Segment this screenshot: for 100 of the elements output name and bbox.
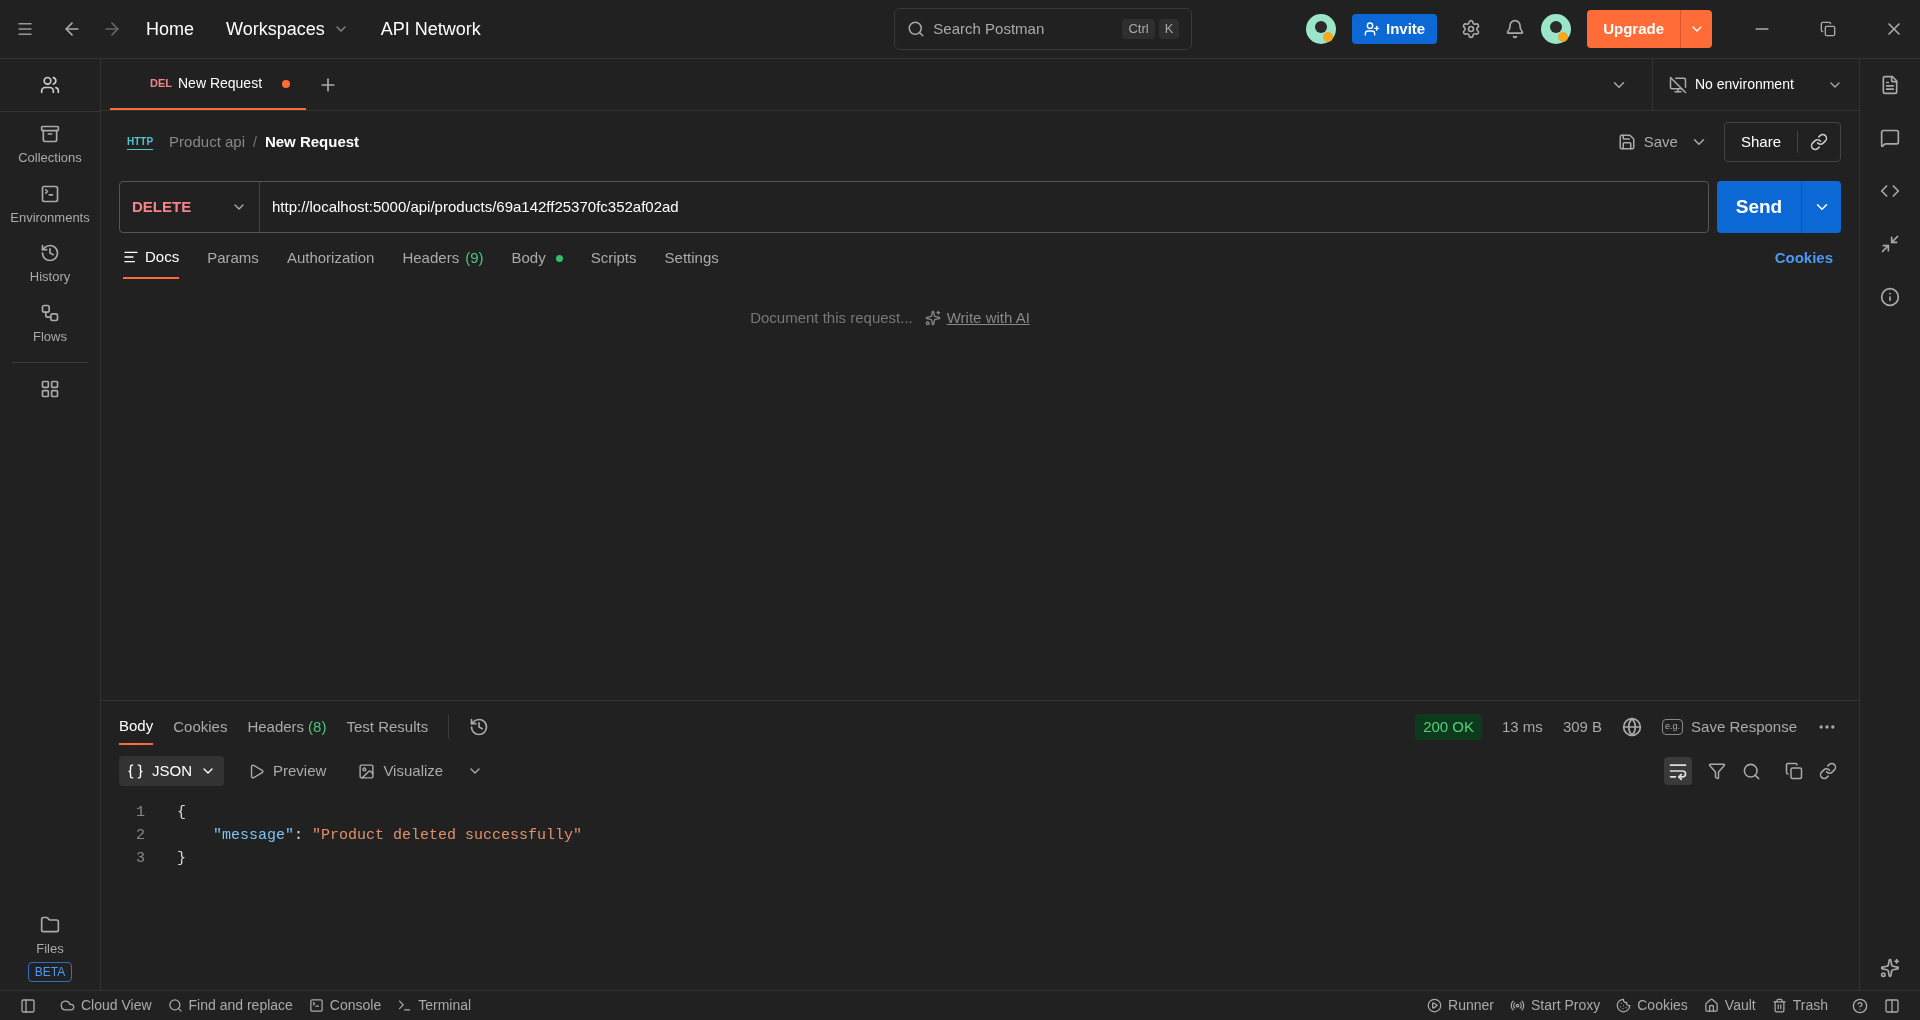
search-field[interactable]: Search Postman Ctrl K [894,8,1193,50]
link-icon[interactable] [1810,133,1828,151]
status-bar-item[interactable]: Cloud View [60,995,152,1016]
response-tab[interactable]: Cookies [173,709,228,745]
status-bar-item[interactable]: Console [308,995,382,1016]
response-tab[interactable]: Test Results [346,709,429,745]
status-bar-item[interactable]: Trash [1771,995,1828,1016]
arrows-icon[interactable] [1880,234,1900,254]
status-bar-item[interactable]: Find and replace [167,995,293,1016]
copy-icon[interactable] [1785,762,1803,780]
view-mode-button[interactable]: JSON [119,756,224,786]
status-badge: 200 OK [1415,713,1482,741]
terminal-icon [397,998,413,1013]
braces-icon [127,762,144,780]
docs-field[interactable]: Document this request... [750,307,913,330]
variables-icon[interactable] [1880,75,1900,95]
image-icon [358,762,376,780]
nav-link[interactable]: Workspaces [226,15,349,43]
ai-sparkle-icon[interactable] [1880,958,1900,978]
menu-icon[interactable] [16,20,34,38]
status-bar-item[interactable]: Vault [1703,995,1756,1016]
request-section-tab[interactable]: Settings [664,237,719,279]
help-icon[interactable] [1852,997,1868,1014]
sparkle-icon [924,310,941,327]
grid-plus-icon[interactable] [40,379,60,399]
bell-icon[interactable] [1505,19,1526,39]
signal-icon [1510,998,1525,1013]
console-icon [308,998,324,1013]
link-icon[interactable] [1819,762,1837,780]
avatar-icon[interactable] [1305,14,1336,44]
line-number: 1 [135,803,146,823]
trash-icon [1771,998,1787,1013]
save-response-button[interactable]: e.g. Save Response [1662,715,1797,739]
request-section-tab[interactable]: Scripts [590,237,637,279]
method-dropdown[interactable]: DELETE [120,182,260,232]
search-icon [167,998,183,1013]
search-placeholder: Search Postman [933,18,1045,39]
avatar-icon[interactable] [1541,14,1572,44]
request-section-tab[interactable]: Authorization [286,237,375,279]
play-icon [1427,998,1443,1013]
info-icon[interactable] [1880,287,1900,307]
status-bar-item[interactable]: Cookies [1616,995,1688,1016]
write-with-ai-link[interactable]: Write with AI [924,307,1030,330]
invite-button[interactable]: Invite [1351,14,1438,44]
history-icon[interactable] [469,717,490,737]
search-icon[interactable] [1742,761,1761,781]
nav-link[interactable]: API Network [380,15,481,43]
code-line: "message": "Product deleted successfully" [212,826,583,846]
team-icon[interactable] [40,75,60,95]
code-line: } [176,849,186,869]
response-time: 13 ms [1502,716,1543,737]
code-line: { [176,803,186,823]
request-section-tab[interactable]: Docs [123,237,180,279]
url-text: http://localhost:5000/api/products/69a142ff25370fc352af02ad [271,196,680,217]
filter-icon[interactable] [1708,762,1726,780]
sidebar-item[interactable]: History [0,243,100,287]
lines-icon [123,249,139,265]
restore-icon[interactable] [1820,21,1836,37]
sidebar-item[interactable]: Flows [0,302,100,346]
sidebar-item[interactable]: Collections [0,124,100,168]
files-item[interactable]: Files [36,914,64,958]
nav-link[interactable]: Home [146,15,194,43]
status-bar-item[interactable]: Start Proxy [1510,995,1601,1016]
environment-off-icon [1669,75,1687,94]
globe-icon[interactable] [1622,717,1643,737]
settings-icon[interactable] [1461,19,1482,39]
environment-selector[interactable]: No environment [1652,59,1859,110]
send-button[interactable]: Send [1717,181,1801,233]
wrap-icon[interactable] [1664,757,1692,785]
shortcut-key: K [1158,19,1180,39]
status-bar-item[interactable]: Terminal [397,995,472,1016]
sidebar-item[interactable]: Environments [0,183,100,227]
response-tab[interactable]: Headers (8) [247,709,327,745]
shortcut-key: Ctrl [1122,19,1155,39]
layout-icon[interactable] [1884,997,1900,1014]
request-section-tab[interactable]: Body [511,237,563,279]
view-mode-button[interactable]: Visualize [350,756,452,786]
tab-title: New Request [178,74,263,93]
collection-link[interactable]: Product api [169,130,245,154]
save-button[interactable]: Save [1617,130,1678,154]
method-label: DEL [150,76,172,92]
vault-icon [1703,998,1719,1013]
status-bar-item[interactable]: Runner [1427,995,1494,1016]
comment-icon[interactable] [1880,128,1900,148]
line-number: 3 [135,849,146,869]
view-mode-button[interactable]: Preview [240,756,335,786]
line-number: 2 [135,826,146,846]
request-section-tab[interactable]: Headers (9) [402,237,484,279]
cookies-link[interactable]: Cookies [1774,246,1833,270]
breadcrumb-separator: / [253,132,257,152]
sidebar-toggle-icon[interactable] [20,997,36,1014]
url-field[interactable]: DELETE http://localhost:5000/api/products/69a142ff25370fc352af02ad [119,181,1709,233]
response-size: 309 B [1562,716,1603,737]
request-section-tab[interactable]: Params [207,237,259,279]
request-name: New Request [264,131,360,152]
beta-badge: BETA [27,962,73,982]
folder-icon [40,914,60,935]
http-badge: HTTP [127,134,154,150]
search-icon [907,20,926,38]
response-tab[interactable]: Body [119,709,154,745]
